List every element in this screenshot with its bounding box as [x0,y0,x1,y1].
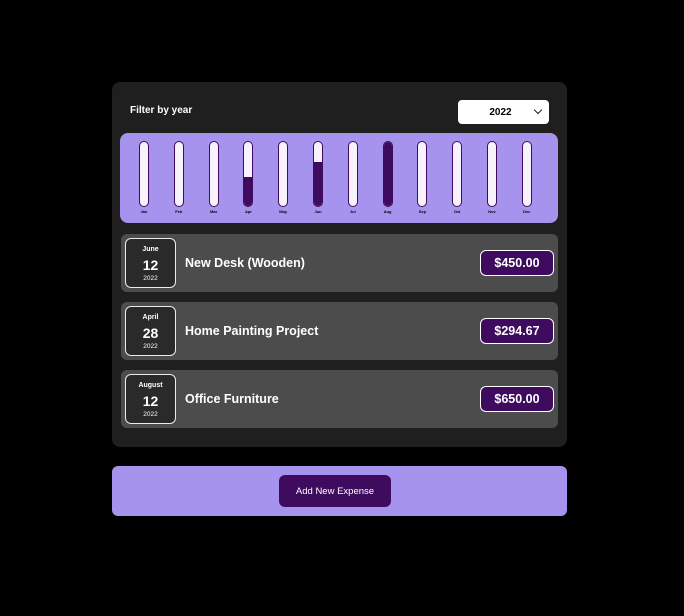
chart-bar-label: Dec [523,209,531,214]
expense-date-year: 2022 [143,275,158,282]
expense-item: April 28 2022 Home Painting Project $294… [121,302,558,360]
expense-title: New Desk (Wooden) [185,256,305,270]
year-select-value: 2022 [489,106,512,118]
expense-date-day: 12 [142,393,159,409]
chart-bar-feb: Feb [168,141,190,217]
chart-bar-track [417,141,428,207]
new-expense-panel: Add New Expense [112,466,567,516]
chart-bar-jul: Jul [342,141,364,217]
chart-bar-label: Apr [244,209,252,214]
expense-date: August 12 2022 [125,374,176,424]
add-new-expense-button[interactable]: Add New Expense [279,475,391,507]
chart-bar-label: Feb [175,209,183,214]
chart-bar-jun: Jun [307,141,329,217]
expense-date-year: 2022 [143,343,158,350]
chart-bar-jan: Jan [133,141,155,217]
expense-item: June 12 2022 New Desk (Wooden) $450.00 [121,234,558,292]
expense-title: Office Furniture [185,392,279,406]
expense-amount: $650.00 [480,386,554,412]
expense-date-day: 12 [142,257,159,273]
chart-bar-track [278,141,289,207]
expense-date-month: April [142,314,159,321]
chart-bar-track [487,141,497,207]
chart-bar-label: Jul [349,209,356,214]
chart-bar-fill [383,142,392,206]
chart-bar-track [139,141,149,207]
chart-bar-label: Jan [140,209,148,214]
chart-bar-track [243,141,254,207]
chart-bar-nov: Nov [481,141,503,217]
chart-bar-sep: Sep [411,141,433,217]
expenses-panel: Filter by year 2022 Jan Feb Mar Apr May Jun Ju… [112,82,567,447]
expenses-chart: Jan Feb Mar Apr May Jun Jul Aug Sep Oct Nov Dec [120,133,558,223]
chart-bar-label: Nov [488,209,496,214]
expense-date-year: 2022 [143,411,158,418]
chart-bar-label: May [279,209,288,214]
chart-bar-dec: Dec [516,141,538,217]
chart-bar-label: Mar [210,209,218,214]
expense-date-month: June [142,246,159,253]
expense-date-month: August [138,382,163,389]
chart-bar-aug: Aug [377,141,399,217]
expense-amount: $294.67 [480,318,554,344]
chevron-down-icon [533,105,543,115]
chart-bar-track [452,141,463,207]
chart-bar-fill [314,161,322,206]
chart-bar-oct: Oct [446,141,468,217]
chart-bar-mar: Mar [203,141,225,217]
chart-bar-label: Jun [314,209,322,214]
chart-bar-track [521,141,532,207]
chart-bar-fill [244,177,253,206]
filter-label: Filter by year [130,105,193,116]
chart-bar-track [382,141,393,207]
expense-date: June 12 2022 [125,238,176,288]
expense-amount: $450.00 [480,250,554,276]
expense-item: August 12 2022 Office Furniture $650.00 [121,370,558,428]
chart-bar-track [313,141,323,207]
chart-bar-label: Aug [383,209,392,214]
expense-title: Home Painting Project [185,324,319,338]
chart-bar-label: Sep [418,209,427,214]
expense-date-day: 28 [142,325,159,341]
chart-bar-track [208,141,219,207]
chart-bar-track [347,141,358,207]
expense-date: April 28 2022 [125,306,176,356]
chart-bar-apr: Apr [237,141,259,217]
chart-bar-may: May [272,141,294,217]
chart-bar-track [173,141,184,207]
year-select[interactable]: 2022 [458,100,549,124]
chart-bar-label: Oct [453,209,461,214]
